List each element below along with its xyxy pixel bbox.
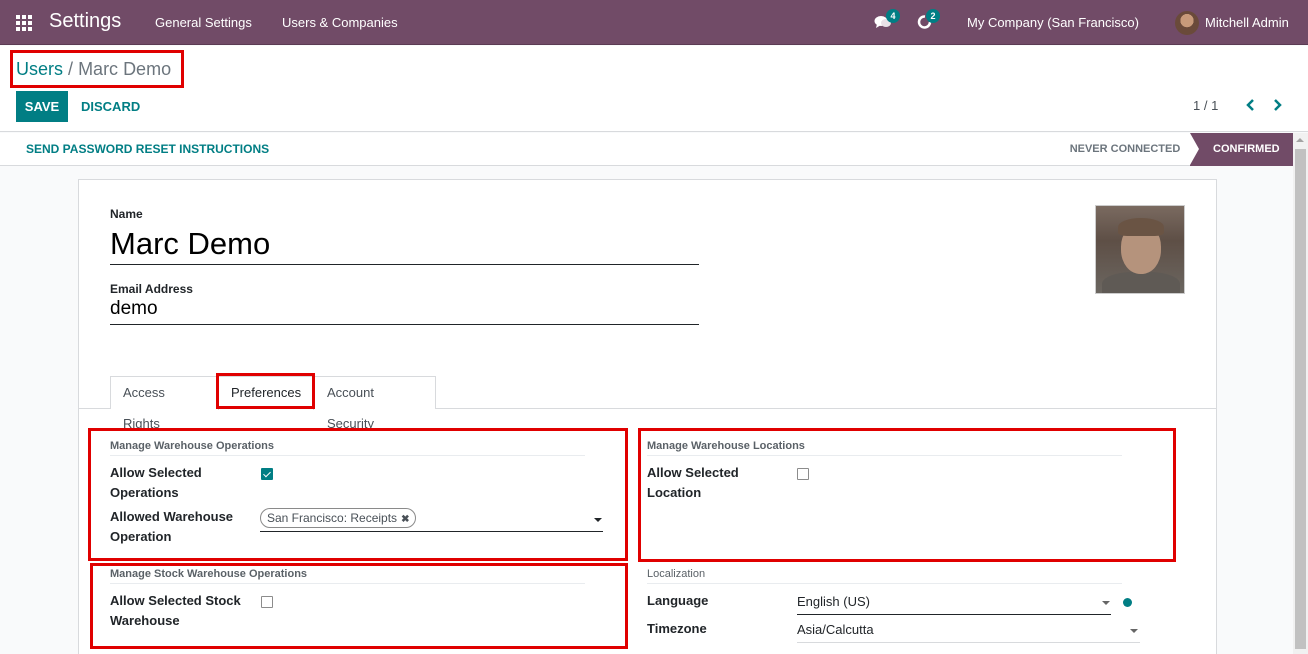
messages-button[interactable]: 4 [874, 9, 900, 30]
pager-next-button[interactable] [1271, 97, 1285, 113]
app-title: Settings [49, 10, 122, 32]
menu-general-settings[interactable]: General Settings [155, 15, 252, 30]
dropdown-caret-icon[interactable] [594, 518, 602, 522]
activities-button[interactable]: 2 [917, 9, 940, 30]
group-title-localization: Localization [647, 568, 706, 580]
name-label: Name [110, 207, 143, 221]
activities-badge: 2 [926, 9, 940, 23]
scrollbar-thumb[interactable] [1295, 149, 1306, 649]
allow-selected-location-label: Allow Selected Location [647, 465, 739, 500]
control-panel: Users / Marc Demo SAVE DISCARD 1 / 1 [0, 46, 1308, 132]
email-input[interactable]: demo [110, 298, 699, 325]
user-menu[interactable]: Mitchell Admin [1205, 15, 1289, 30]
allow-selected-location-checkbox[interactable] [797, 468, 809, 480]
allow-selected-stock-warehouse-checkbox[interactable] [261, 596, 273, 608]
stage-arrow-divider [1190, 133, 1199, 165]
menu-users-companies[interactable]: Users & Companies [282, 15, 398, 30]
email-label: Email Address [110, 282, 193, 296]
tag-san-francisco-receipts: San Francisco: Receipts ✖ [260, 508, 417, 528]
tag-remove-icon[interactable]: ✖ [401, 514, 409, 525]
top-navbar: Settings General Settings Users & Compan… [0, 0, 1308, 45]
chevron-right-icon [1274, 99, 1282, 111]
language-select[interactable]: English (US) [797, 591, 1111, 615]
tab-account-security[interactable]: Account Security [314, 376, 436, 431]
messages-badge: 4 [886, 9, 900, 23]
breadcrumb-separator: / [68, 59, 74, 79]
save-button[interactable]: SAVE [16, 91, 68, 122]
dropdown-caret-icon[interactable] [1130, 629, 1138, 633]
discard-button[interactable]: DISCARD [81, 91, 140, 122]
notebook-tabs: Access Rights Preferences Account Securi… [79, 376, 1216, 431]
pager-previous-button[interactable] [1243, 97, 1257, 113]
vertical-scrollbar[interactable] [1293, 133, 1308, 654]
allowed-warehouse-operation-label: Allowed Warehouse Operation [110, 509, 234, 544]
group-separator [110, 583, 585, 584]
apps-grid-icon[interactable] [16, 15, 32, 31]
tab-access-rights[interactable]: Access Rights [110, 376, 218, 431]
allow-selected-operations-label: Allow Selected Operations [110, 465, 202, 500]
breadcrumb-current: Marc Demo [78, 59, 172, 79]
breadcrumb: Users / Marc Demo [16, 59, 171, 80]
name-input[interactable]: Marc Demo [110, 225, 699, 265]
user-avatar[interactable] [1175, 11, 1199, 35]
group-separator [110, 455, 585, 456]
language-label: Language [647, 593, 709, 608]
company-switcher[interactable]: My Company (San Francisco) [967, 15, 1139, 30]
stage-never-connected: NEVER CONNECTED [1069, 143, 1181, 155]
stage-confirmed: CONFIRMED [1190, 133, 1293, 166]
timezone-select[interactable]: Asia/Calcutta [797, 619, 1140, 643]
scroll-up-arrow-icon[interactable] [1296, 138, 1304, 142]
timezone-label: Timezone [647, 621, 707, 636]
pager-value[interactable]: 1 / 1 [1193, 98, 1218, 113]
dropdown-caret-icon[interactable] [1102, 601, 1110, 605]
group-title-warehouse-locations: Manage Warehouse Locations [647, 440, 805, 452]
send-password-reset-button[interactable]: SEND PASSWORD RESET INSTRUCTIONS [26, 142, 269, 156]
allow-selected-operations-checkbox[interactable] [261, 468, 273, 480]
breadcrumb-users-link[interactable]: Users [16, 59, 63, 79]
allow-selected-stock-warehouse-label: Allow Selected Stock Warehouse [110, 593, 241, 628]
group-title-warehouse-operations: Manage Warehouse Operations [110, 440, 275, 452]
group-separator [647, 455, 1122, 456]
user-photo[interactable] [1095, 205, 1185, 294]
globe-icon[interactable] [1123, 598, 1132, 607]
group-title-stock-warehouse: Manage Stock Warehouse Operations [110, 568, 308, 580]
form-statusbar: SEND PASSWORD RESET INSTRUCTIONS NEVER C… [0, 133, 1293, 166]
allowed-warehouse-operation-field[interactable]: San Francisco: Receipts ✖ [260, 508, 603, 532]
tab-preferences[interactable]: Preferences [218, 376, 314, 410]
group-separator [647, 583, 1122, 584]
form-sheet: Name Marc Demo Email Address demo Access… [78, 179, 1217, 654]
chevron-left-icon [1246, 99, 1254, 111]
